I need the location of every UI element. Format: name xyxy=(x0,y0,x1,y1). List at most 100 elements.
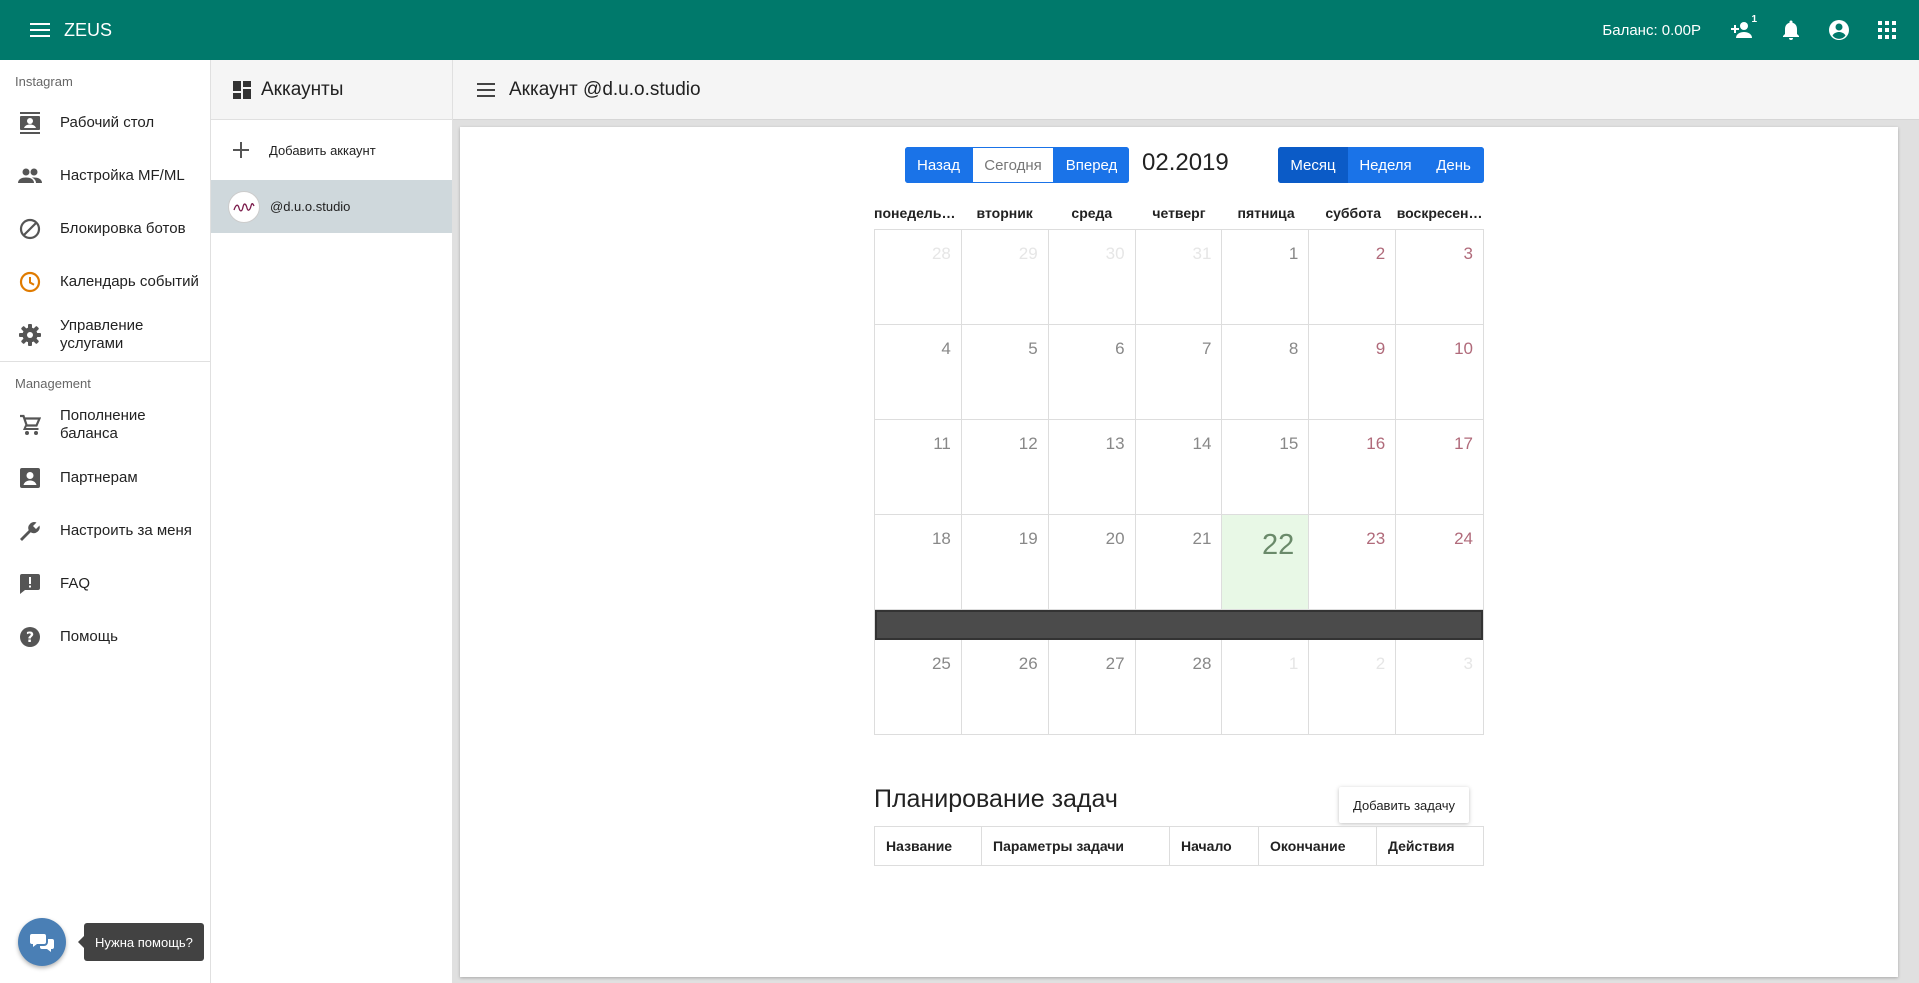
calendar-day-cell[interactable]: 19 xyxy=(961,515,1049,610)
calendar-day-cell[interactable]: 11 xyxy=(875,420,962,515)
help-icon: ? xyxy=(18,625,42,649)
calendar-day-cell[interactable]: 25 xyxy=(875,640,962,735)
view-day-button[interactable]: День xyxy=(1423,147,1484,183)
column-header-actions[interactable]: Действия xyxy=(1377,827,1484,866)
sidebar-item-balance[interactable]: Пополнение баланса xyxy=(0,398,210,451)
tasks-title: Планирование задач xyxy=(874,785,1118,813)
calendar-day-cell[interactable]: 3 xyxy=(1396,640,1484,735)
main-menu-button[interactable] xyxy=(477,82,497,98)
calendar-day-cell[interactable]: 9 xyxy=(1309,325,1397,420)
calendar-week-row: 11 12 13 14 15 16 17 xyxy=(875,420,1484,515)
day-number: 11 xyxy=(933,434,951,453)
calendar-day-cell[interactable]: 6 xyxy=(1048,325,1136,420)
calendar-day-cell[interactable]: 28 xyxy=(1135,640,1223,735)
sidebar-item-label: Партнерам xyxy=(60,468,138,486)
apps-button[interactable] xyxy=(1863,6,1911,54)
today-button[interactable]: Сегодня xyxy=(972,147,1054,183)
account-name: @d.u.o.studio xyxy=(270,199,351,214)
svg-text:?: ? xyxy=(26,630,34,646)
prev-button[interactable]: Назад xyxy=(905,147,972,183)
day-number: 28 xyxy=(1192,654,1212,673)
calendar-day-cell[interactable]: 7 xyxy=(1135,325,1223,420)
sidebar-item-label: Рабочий стол xyxy=(60,113,155,131)
weekday-header: суббота xyxy=(1325,205,1382,221)
weekday-header: четверг xyxy=(1152,205,1206,221)
calendar-day-cell[interactable]: 27 xyxy=(1048,640,1136,735)
calendar-day-cell[interactable]: 28 xyxy=(875,230,962,325)
add-account-button[interactable]: Добавить аккаунт xyxy=(211,120,452,180)
tasks-table: Название Параметры задачи Начало Окончан… xyxy=(874,826,1484,866)
add-user-button[interactable]: 1 xyxy=(1719,6,1767,54)
day-number: 3 xyxy=(1463,244,1474,263)
calendar-day-cell[interactable]: 21 xyxy=(1135,515,1223,610)
weekday-header: воскресенье xyxy=(1396,205,1484,221)
sidebar-item-partners[interactable]: Партнерам xyxy=(0,451,210,504)
calendar-day-cell[interactable]: 14 xyxy=(1135,420,1223,515)
calendar-day-cell[interactable]: 1 xyxy=(1222,640,1310,735)
day-number: 20 xyxy=(1105,529,1125,548)
column-header-end[interactable]: Окончание xyxy=(1258,826,1377,866)
help-chat-button[interactable] xyxy=(18,918,66,966)
table-header-row: Название Параметры задачи Начало Окончан… xyxy=(874,826,1484,866)
calendar-day-cell[interactable]: 10 xyxy=(1396,325,1484,420)
calendar-day-today[interactable]: 22 xyxy=(1222,515,1310,610)
calendar-event-bar[interactable] xyxy=(875,610,1483,640)
view-week-button[interactable]: Неделя xyxy=(1348,147,1423,183)
calendar-day-cell[interactable]: 20 xyxy=(1048,515,1136,610)
sidebar-item-services[interactable]: Управление услугами xyxy=(0,308,210,361)
plus-icon xyxy=(233,142,249,158)
sidebar-item-label: Блокировка ботов xyxy=(60,219,186,237)
calendar-day-cell[interactable]: 23 xyxy=(1309,515,1397,610)
sidebar-item-calendar[interactable]: Календарь событий xyxy=(0,255,210,308)
calendar-day-cell[interactable]: 1 xyxy=(1222,230,1310,325)
calendar-view-group: Месяц Неделя День xyxy=(1278,147,1484,183)
notifications-button[interactable] xyxy=(1767,6,1815,54)
day-number: 25 xyxy=(931,654,951,673)
calendar-day-cell[interactable]: 17 xyxy=(1396,420,1484,515)
calendar-day-cell[interactable]: 16 xyxy=(1309,420,1397,515)
clock-icon xyxy=(18,270,42,294)
sidebar-item-mfml[interactable]: Настройка MF/ML xyxy=(0,149,210,202)
main-header: Аккаунт @d.u.o.studio xyxy=(453,60,1919,120)
calendar-day-cell[interactable]: 2 xyxy=(1309,230,1397,325)
sidebar-item-bot-block[interactable]: Блокировка ботов xyxy=(0,202,210,255)
column-header-params[interactable]: Параметры задачи xyxy=(981,826,1170,866)
view-month-button[interactable]: Месяц xyxy=(1278,147,1348,183)
section-label-instagram: Instagram xyxy=(15,74,73,89)
sidebar-item-faq[interactable]: FAQ xyxy=(0,557,210,610)
calendar-day-cell[interactable]: 4 xyxy=(875,325,962,420)
calendar-day-cell[interactable]: 26 xyxy=(961,640,1049,735)
calendar-day-cell[interactable]: 31 xyxy=(1135,230,1223,325)
sidebar-item-label: FAQ xyxy=(60,574,91,592)
feedback-icon xyxy=(18,572,42,596)
day-number: 2 xyxy=(1375,244,1386,263)
add-account-label: Добавить аккаунт xyxy=(269,142,376,158)
account-button[interactable] xyxy=(1815,6,1863,54)
calendar-day-cell[interactable]: 8 xyxy=(1222,325,1310,420)
day-number: 5 xyxy=(1028,339,1038,358)
column-header-name[interactable]: Название xyxy=(874,826,982,866)
calendar-day-cell[interactable]: 2 xyxy=(1309,640,1397,735)
calendar-day-cell[interactable]: 29 xyxy=(961,230,1049,325)
calendar-day-cell[interactable]: 24 xyxy=(1396,515,1484,610)
add-task-button[interactable]: Добавить задачу xyxy=(1339,787,1470,823)
calendar-day-cell[interactable]: 5 xyxy=(961,325,1049,420)
account-box-icon xyxy=(18,466,42,490)
sidebar-item-setup-for-me[interactable]: Настроить за меня xyxy=(0,504,210,557)
day-number: 13 xyxy=(1105,434,1125,453)
sidebar-item-help[interactable]: ? Помощь xyxy=(0,610,210,663)
gear-icon xyxy=(18,323,42,347)
calendar-day-cell[interactable]: 15 xyxy=(1222,420,1310,515)
calendar-day-cell[interactable]: 13 xyxy=(1048,420,1136,515)
hamburger-menu-button[interactable] xyxy=(20,10,60,50)
column-header-start[interactable]: Начало xyxy=(1169,826,1259,866)
menu-icon xyxy=(477,82,495,97)
calendar-day-cell[interactable]: 3 xyxy=(1396,230,1484,325)
sidebar-item-label: Настройка MF/ML xyxy=(60,166,185,184)
sidebar-item-dashboard[interactable]: Рабочий стол xyxy=(0,96,210,149)
calendar-day-cell[interactable]: 18 xyxy=(875,515,962,610)
calendar-day-cell[interactable]: 30 xyxy=(1048,230,1136,325)
account-list-item[interactable]: @d.u.o.studio xyxy=(211,180,452,233)
next-button[interactable]: Вперед xyxy=(1054,147,1129,183)
calendar-day-cell[interactable]: 12 xyxy=(961,420,1049,515)
